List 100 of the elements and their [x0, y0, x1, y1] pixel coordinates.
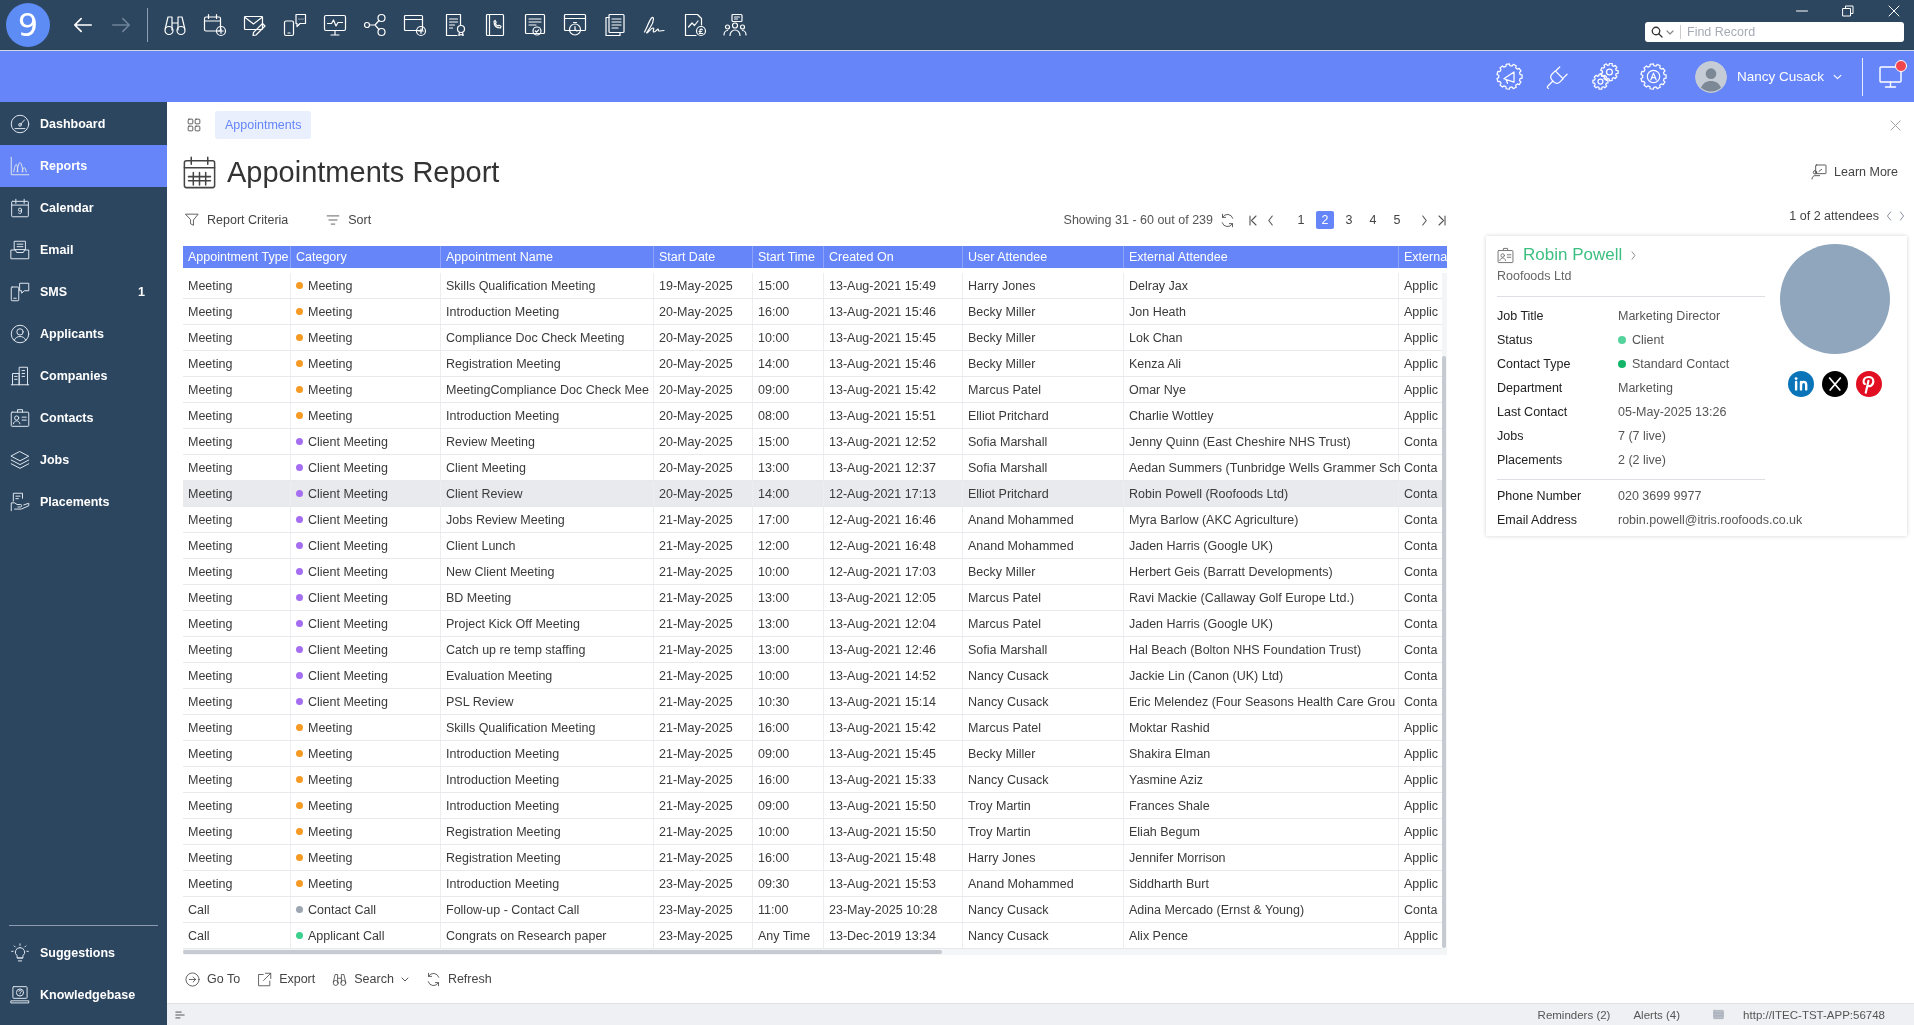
table-row[interactable]: Meeting Meeting Skills Qualification Meeting 21-May-2025 16:00 13-Aug-2021 15:42 Marcus Patel Moktar Rashid Applic [183, 715, 1442, 741]
toolbar-button[interactable]: Search [332, 971, 409, 987]
certificate-icon[interactable] [443, 13, 467, 37]
table-cell: 13-Aug-2021 15:51 [824, 403, 963, 428]
sidebar-item[interactable]: Placements [0, 481, 167, 523]
table-cell: 21-May-2025 [654, 663, 753, 688]
category-label: Meeting [308, 720, 353, 735]
table-row[interactable]: Meeting Meeting Introduction Meeting 21-May-2025 09:00 13-Aug-2021 15:45 Becky Miller Shakira Elman Applic [183, 741, 1442, 767]
nodes-icon[interactable] [363, 13, 387, 37]
table-row[interactable]: Meeting Client Meeting BD Meeting 21-May-2025 13:00 13-Aug-2021 12:05 Marcus Patel Ravi Mackie (Callaway Golf Europe Ltd.) Conta [183, 585, 1442, 611]
table-row[interactable]: Meeting Meeting Introduction Meeting 20-May-2025 16:00 13-Aug-2021 15:46 Becky Miller Jon Heath Applic [183, 299, 1442, 325]
table-row[interactable]: Meeting Client Meeting Jobs Review Meeting 21-May-2025 17:00 12-Aug-2021 16:46 Anand Mohammed Myra Barlow (AKC Agriculture) Conta [183, 507, 1442, 533]
sidebar-item[interactable]: Knowledgebase [0, 974, 167, 1016]
table-row[interactable]: Meeting Meeting MeetingCompliance Doc Check Mee 20-May-2025 09:00 13-Aug-2021 15:42 Marcus Patel Omar Nye Applic [183, 377, 1442, 403]
next-attendee-icon[interactable] [1899, 211, 1905, 221]
table-row[interactable]: Call Contact Call Follow-up - Contact Call 23-May-2025 11:00 23-May-2025 10:28 Nancy Cusack Adina Mercado (Ernst & Young) Conta [183, 897, 1442, 923]
refresh-icon[interactable] [1220, 212, 1235, 228]
field-label: Email Address [1497, 513, 1578, 527]
toolbar-button[interactable]: Refresh [425, 971, 492, 987]
documents-icon[interactable] [603, 13, 627, 37]
binoculars-icon[interactable] [163, 13, 187, 37]
category-label: Meeting [308, 850, 353, 865]
reminders-link[interactable]: Reminders (2) [1537, 1008, 1611, 1021]
table-cell: 21-May-2025 [654, 611, 753, 636]
phone-chat-icon[interactable] [283, 13, 307, 37]
learn-more-link[interactable]: Learn More [1811, 164, 1898, 180]
vertical-scrollbar-thumb[interactable] [1442, 356, 1446, 948]
monitor-icon[interactable] [1878, 64, 1903, 89]
toolbar-button[interactable]: Go To [185, 971, 241, 987]
sidebar-item[interactable]: Email [0, 229, 167, 271]
monitor-pulse-icon[interactable] [323, 13, 347, 37]
last-page-icon[interactable] [1437, 214, 1447, 226]
caret-icon[interactable] [1666, 29, 1674, 35]
previous-page-icon[interactable] [1267, 214, 1274, 226]
table-row[interactable]: Meeting Meeting Introduction Meeting 21-May-2025 09:00 13-Aug-2021 15:50 Troy Martin Frances Shale Applic [183, 793, 1442, 819]
chart-document-icon[interactable] [683, 13, 707, 37]
search-icon[interactable] [1651, 26, 1663, 38]
linkedin-icon[interactable] [1787, 371, 1814, 397]
table-cell: Congrats on Research paper [441, 923, 654, 948]
window-timer-icon[interactable] [563, 13, 587, 37]
table-row[interactable]: Meeting Client Meeting Client Review 20-May-2025 14:00 12-Aug-2021 17:13 Elliot Pritchard Robin Powell (Roofoods Ltd) Conta [183, 481, 1442, 507]
table-cell: 10:00 [753, 819, 824, 844]
previous-attendee-icon[interactable] [1886, 211, 1892, 221]
sidebar-item[interactable]: Applicants [0, 313, 167, 355]
table-row[interactable]: Meeting Client Meeting Project Kick Off Meeting 21-May-2025 13:00 13-Aug-2021 12:04 Marcus Patel Jaden Harris (Google UK) Conta [183, 611, 1442, 637]
search-field[interactable]: Find Record [1680, 25, 1904, 39]
first-page-icon[interactable] [1248, 214, 1258, 226]
toolbar-button[interactable]: Sort [324, 213, 372, 227]
grid-icon[interactable] [187, 118, 201, 132]
table-row[interactable]: Meeting Client Meeting Client Lunch 21-May-2025 12:00 12-Aug-2021 16:48 Anand Mohammed Jaden Harris (Google UK) Conta [183, 533, 1442, 559]
x-logo-icon[interactable] [1821, 371, 1848, 397]
list-icon[interactable] [175, 1009, 185, 1020]
table-row[interactable]: Call Applicant Call Congrats on Research paper 23-May-2025 Any Time 13-Dec-2019 13:34 Nancy Cusack Alix Pence Applic [183, 923, 1442, 949]
table-cell: 10:00 [753, 663, 824, 688]
table-row[interactable]: Meeting Meeting Skills Qualification Meeting 19-May-2025 15:00 13-Aug-2021 15:49 Harry Jones Delray Jax Applic [183, 273, 1442, 299]
table-cell: Project Kick Off Meeting [441, 611, 654, 636]
restore-icon[interactable] [1842, 5, 1854, 17]
page-button[interactable]: 3 [1340, 211, 1358, 229]
table-row[interactable]: Meeting Meeting Registration Meeting 20-May-2025 14:00 13-Aug-2021 15:46 Becky Miller Kenza Ali Applic [183, 351, 1442, 377]
table-row[interactable]: Meeting Meeting Introduction Meeting 20-May-2025 08:00 13-Aug-2021 15:51 Elliot Pritchard Charlie Wottley Applic [183, 403, 1442, 429]
envelope-pencil-icon[interactable] [243, 13, 267, 37]
table-row[interactable]: Meeting Meeting Introduction Meeting 21-May-2025 16:00 13-Aug-2021 15:33 Nancy Cusack Yasmine Aziz Applic [183, 767, 1442, 793]
sidebar-item[interactable]: Dashboard [0, 103, 167, 145]
table-row[interactable]: Meeting Client Meeting Review Meeting 20-May-2025 15:00 13-Aug-2021 12:52 Sofia Marshall Jenny Quinn (East Cheshire NHS Trust) Conta [183, 429, 1442, 455]
category-label: Client Meeting [308, 616, 388, 631]
table-row[interactable]: Meeting Meeting Compliance Doc Check Meeting 20-May-2025 10:00 13-Aug-2021 15:45 Becky Miller Lok Chan Applic [183, 325, 1442, 351]
table-cell: Call [183, 923, 291, 948]
sidebar-item[interactable]: Suggestions [0, 932, 167, 974]
megaphone-gear-icon[interactable] [1495, 63, 1523, 90]
table-row[interactable]: Meeting Client Meeting PSL Review 21-May-2025 10:30 13-Aug-2021 15:14 Nancy Cusack Eric Melendez (Four Seasons Health Care Grou Conta [183, 689, 1442, 715]
calendar-plus-icon[interactable] [203, 13, 227, 37]
toolbar-button[interactable]: Report Criteria [183, 213, 289, 227]
document-check-icon[interactable] [523, 13, 547, 37]
people-chat-icon[interactable] [723, 13, 747, 37]
phone-book-icon[interactable] [483, 13, 507, 37]
sidebar-item[interactable]: Jobs [0, 439, 167, 481]
window-plus-icon[interactable] [403, 13, 427, 37]
pin-logo-icon[interactable] [1855, 371, 1882, 397]
table-row[interactable]: Meeting Client Meeting Client Meeting 20-May-2025 13:00 13-Aug-2021 12:37 Sofia Marshall Aedan Summers (Tunbridge Wells Grammer Sch Conta [183, 455, 1442, 481]
settings-icon[interactable] [1639, 63, 1667, 90]
table-row[interactable]: Meeting Client Meeting Catch up re temp staffing 21-May-2025 13:00 13-Aug-2021 12:46 Sofia Marshall Hal Beach (Bolton NHS Foundation Trust) Conta [183, 637, 1442, 663]
page-button[interactable]: 1 [1292, 211, 1310, 229]
page-button[interactable]: 4 [1364, 211, 1382, 229]
sidebar-item[interactable]: Contacts [0, 397, 167, 439]
table-row[interactable]: Meeting Client Meeting New Client Meeting 21-May-2025 10:00 12-Aug-2021 17:03 Becky Miller Herbert Geis (Barratt Developments) Conta [183, 559, 1442, 585]
table-row[interactable]: Meeting Meeting Registration Meeting 21-May-2025 16:00 13-Aug-2021 15:48 Harry Jones Jennifer Morrison Applic [183, 845, 1442, 871]
toolbar-button[interactable]: Export [257, 971, 316, 987]
alerts-link[interactable]: Alerts (4) [1633, 1008, 1681, 1021]
sidebar-item[interactable]: SMS 1 [0, 271, 167, 313]
table-row[interactable]: Meeting Client Meeting Evaluation Meeting 21-May-2025 10:00 13-Aug-2021 14:52 Nancy Cusack Jackie Lin (Canon (UK) Ltd) Conta [183, 663, 1442, 689]
sidebar-item[interactable]: Calendar [0, 187, 167, 229]
sidebar-item[interactable]: Companies [0, 355, 167, 397]
next-page-icon[interactable] [1421, 214, 1428, 226]
table-cell: Nancy Cusack [963, 897, 1124, 922]
horizontal-scrollbar-thumb[interactable] [183, 950, 942, 954]
search-box[interactable]: Find Record [1645, 22, 1904, 42]
page-button[interactable]: 5 [1388, 211, 1406, 229]
table-row[interactable]: Meeting Meeting Introduction Meeting 23-May-2025 09:30 13-Aug-2021 15:53 Anand Mohammed Siddharth Burt Applic [183, 871, 1442, 897]
table-row[interactable]: Meeting Meeting Registration Meeting 21-May-2025 10:00 13-Aug-2021 15:50 Troy Martin Eliah Begum Applic [183, 819, 1442, 845]
gears-icon[interactable] [1591, 63, 1619, 90]
